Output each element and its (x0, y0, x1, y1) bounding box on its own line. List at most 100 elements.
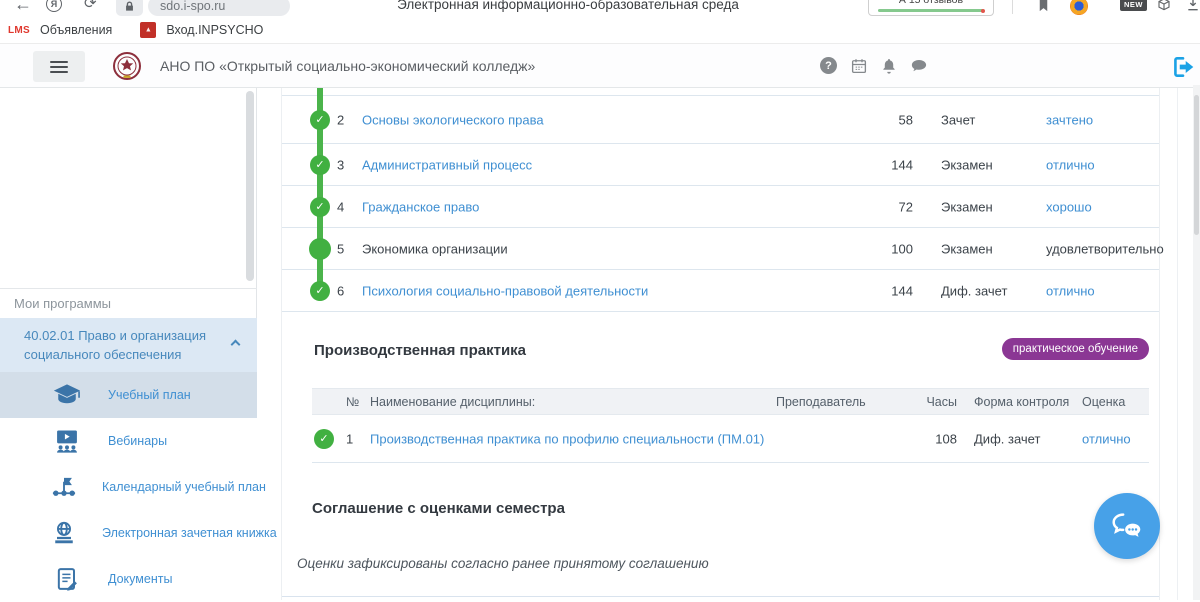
row-number: 1 (346, 431, 353, 446)
control-form: Экзамен (941, 241, 993, 256)
table-row: 1 Производственная практика по профилю с… (312, 415, 1149, 463)
status-dot-icon (309, 238, 331, 260)
sidebar: Мои программы 40.02.01 Право и организац… (0, 88, 257, 600)
browser-extension-circle-icon[interactable]: Я (46, 0, 62, 12)
sidebar-scrollbar[interactable] (246, 91, 254, 281)
bookmark-flag-icon[interactable] (1036, 0, 1051, 17)
bookmark-inpsycho-favicon (140, 22, 156, 38)
col-number: № (346, 395, 359, 409)
table-row: 4 Гражданское право 72 Экзамен хорошо (282, 186, 1159, 228)
grade-link[interactable]: хорошо (1046, 199, 1092, 214)
grade-link[interactable]: отлично (1082, 431, 1131, 446)
bookmark-announcements[interactable]: Объявления (40, 23, 112, 37)
extensions-cube-icon[interactable] (1156, 0, 1172, 17)
lock-icon (124, 1, 135, 12)
calendar-icon[interactable] (850, 57, 868, 80)
control-form: Диф. зачет (974, 431, 1040, 446)
sidebar-divider (0, 288, 257, 289)
card-bottom-border (282, 596, 1159, 597)
row-number: 5 (337, 241, 344, 256)
milestone-flag-icon (50, 473, 78, 501)
site-security-chip[interactable] (116, 0, 143, 16)
grade-link[interactable]: отлично (1046, 157, 1095, 172)
check-circle-icon (310, 110, 330, 130)
grade-link[interactable]: зачтено (1046, 112, 1093, 127)
reviews-extension-widget[interactable]: А 15 отзывов (868, 0, 994, 16)
discipline-link[interactable]: Основы экологического права (362, 112, 544, 127)
check-circle-icon (310, 197, 330, 217)
col-teacher: Преподаватель (776, 395, 866, 409)
chevron-up-icon (231, 340, 241, 350)
practice-badge: практическое обучение (1002, 338, 1149, 360)
browser-profile-icon[interactable] (1070, 0, 1088, 15)
webinar-icon (50, 427, 84, 455)
hours-value: 58 (858, 112, 913, 127)
col-discipline: Наименование дисциплины: (370, 395, 535, 409)
sidebar-item-label: Документы (108, 572, 172, 586)
sidebar-item-label: Учебный план (108, 388, 191, 402)
col-control-form: Форма контроля (974, 395, 1069, 409)
bookmark-inpsycho[interactable]: Вход.INPSYCHO (166, 23, 263, 37)
messages-icon[interactable] (910, 57, 928, 80)
discipline-link[interactable]: Административный процесс (362, 157, 532, 172)
control-form: Диф. зачет (941, 283, 1007, 298)
check-circle-icon (310, 281, 330, 301)
logout-icon[interactable] (1170, 54, 1196, 85)
table-row: 5 Экономика организации 100 Экзамен удов… (282, 228, 1159, 270)
sidebar-item-documents[interactable]: Документы (0, 556, 257, 602)
col-grade: Оценка (1082, 395, 1125, 409)
discipline-link[interactable]: Гражданское право (362, 199, 479, 214)
agreement-note: Оценки зафиксированы согласно ранее прин… (297, 556, 709, 571)
graduation-cap-icon (50, 380, 84, 410)
reviews-text: А 15 отзывов (869, 0, 993, 6)
bookmark-lms-favicon: LMS (8, 25, 30, 36)
control-form: Зачет (941, 112, 975, 127)
hours-value: 100 (858, 241, 913, 256)
table-header-row: № Наименование дисциплины: Преподаватель… (312, 388, 1149, 415)
sidebar-item-study-plan[interactable]: Учебный план (0, 372, 257, 418)
downloads-icon[interactable] (1185, 0, 1200, 17)
check-circle-icon (310, 155, 330, 175)
content-right-divider (1177, 88, 1178, 600)
rating-bar (878, 9, 984, 12)
chat-widget-button[interactable] (1094, 493, 1160, 559)
hours-value: 108 (907, 431, 957, 446)
table-row: 2 Основы экологического права 58 Зачет з… (282, 96, 1159, 144)
menu-hamburger-button[interactable] (33, 51, 85, 82)
control-form: Экзамен (941, 157, 993, 172)
document-pencil-icon (50, 565, 84, 593)
agreement-title: Соглашение с оценками семестра (312, 500, 565, 517)
sidebar-item-gradebook[interactable]: Электронная зачетная книжка (0, 510, 257, 556)
row-number: 2 (337, 112, 344, 127)
tab-title: Электронная информационно-образовательна… (397, 0, 739, 12)
practice-table: № Наименование дисциплины: Преподаватель… (312, 388, 1149, 463)
sidebar-section-title: Мои программы (14, 296, 111, 311)
page-scrollbar-thumb[interactable] (1194, 95, 1199, 235)
address-bar[interactable]: sdo.i-spo.ru (148, 0, 290, 16)
sidebar-item-label: Электронная зачетная книжка (102, 526, 277, 540)
hours-value: 144 (858, 157, 913, 172)
row-number: 3 (337, 157, 344, 172)
browser-reload-icon[interactable]: ⟳ (84, 0, 97, 12)
grade-link[interactable]: отлично (1046, 283, 1095, 298)
browser-back-icon[interactable]: ← (14, 0, 32, 15)
sidebar-item-calendar-plan[interactable]: Календарный учебный план (0, 464, 257, 510)
discipline-link[interactable]: Психология социально-правовой деятельнос… (362, 283, 648, 298)
bookmarks-bar: LMS Объявления Вход.INPSYCHO (0, 17, 1200, 43)
table-row-partial (282, 88, 1159, 96)
section-title: Производственная практика (314, 342, 526, 359)
notifications-bell-icon[interactable] (880, 57, 898, 80)
grade-value: удовлетворительно (1046, 241, 1164, 256)
sidebar-program-item[interactable]: 40.02.01 Право и организация социального… (0, 318, 257, 372)
new-extension-badge[interactable]: NEW (1120, 0, 1147, 11)
discipline-link[interactable]: Производственная практика по профилю спе… (370, 431, 764, 446)
toolbar-divider (1012, 0, 1013, 14)
study-plan-panel: 2 Основы экологического права 58 Зачет з… (281, 88, 1160, 600)
globe-book-icon (50, 519, 78, 547)
help-icon[interactable] (820, 57, 837, 74)
hours-value: 72 (858, 199, 913, 214)
chat-bubbles-icon (1108, 507, 1146, 545)
row-number: 6 (337, 283, 344, 298)
program-title: 40.02.01 Право и организация социального… (24, 328, 206, 362)
sidebar-item-webinars[interactable]: Вебинары (0, 418, 257, 464)
